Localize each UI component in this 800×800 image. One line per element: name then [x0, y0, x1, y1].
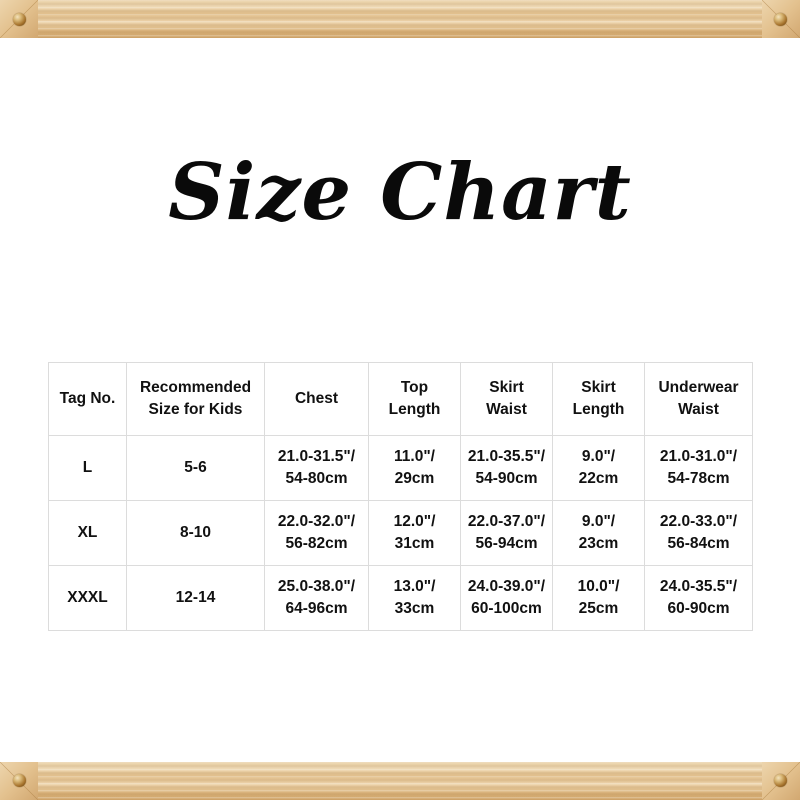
frame-bottom-rail [0, 762, 800, 800]
cell-skirt-waist: 21.0-35.5"/ 54-90cm [460, 435, 553, 501]
cell-line: 54-78cm [667, 470, 730, 487]
table-row: XXXL 12-14 25.0-38.0"/ 64-96cm 13.0"/ 33… [48, 565, 753, 631]
column-header-underwear-waist: Underwear Waist [644, 362, 753, 436]
cell-tag: L [48, 435, 127, 501]
size-table-container: Tag No. Recommended Size for Kids Chest [48, 362, 753, 631]
cell-line: 13.0"/ [393, 577, 436, 595]
header-line: Tag No. [59, 389, 116, 407]
frame-right-stile [762, 0, 800, 800]
cell-underwear-waist: 22.0-33.0"/ 56-84cm [644, 500, 753, 566]
header-line: Length [388, 401, 441, 418]
size-table: Tag No. Recommended Size for Kids Chest [48, 362, 753, 631]
table-row: L 5-6 21.0-31.5"/ 54-80cm 11.0"/ 29cm 21… [48, 435, 753, 501]
header-line: Underwear [658, 378, 739, 396]
cell-line: 22.0-32.0"/ [277, 512, 356, 530]
column-header-tag-no: Tag No. [48, 362, 127, 436]
cell-kids-size: 8-10 [126, 500, 265, 566]
cell-line: 25.0-38.0"/ [277, 577, 356, 595]
cell-kids-size: 12-14 [126, 565, 265, 631]
cell-skirt-length: 10.0"/ 25cm [552, 565, 645, 631]
header-line: Top [400, 378, 429, 396]
screw-icon-top-left [13, 13, 26, 26]
cell-line: 29cm [394, 470, 435, 487]
cell-line: 10.0"/ [577, 577, 620, 595]
header-line: Skirt [489, 378, 524, 396]
cell-line: 21.0-31.0"/ [659, 447, 738, 465]
header-line: Length [572, 401, 625, 418]
cell-line: 22cm [578, 470, 619, 487]
cell-line: 60-100cm [471, 600, 542, 617]
screw-icon-bottom-left [13, 774, 26, 787]
cell-skirt-length: 9.0"/ 22cm [552, 435, 645, 501]
frame-left-stile [0, 0, 38, 800]
cell-line: 60-90cm [667, 600, 730, 617]
size-chart-page: Size Chart Tag No. Recommended Size for … [0, 0, 800, 800]
header-line: Waist [486, 401, 527, 418]
cell-line: 33cm [394, 600, 435, 617]
cell-top-length: 11.0"/ 29cm [368, 435, 461, 501]
cell-line: 24.0-39.0"/ [467, 577, 546, 595]
header-line: Skirt [581, 378, 616, 396]
cell-line: 56-94cm [475, 535, 538, 552]
cell-line: 11.0"/ [394, 447, 435, 465]
cell-line: 12.0"/ [393, 512, 436, 530]
table-header-row: Tag No. Recommended Size for Kids Chest [48, 362, 753, 436]
cell-line: 23cm [578, 535, 619, 552]
frame-top-rail [0, 0, 800, 38]
header-line: Waist [678, 401, 719, 418]
cell-line: 22.0-37.0"/ [467, 512, 546, 530]
cell-line: 21.0-31.5"/ [277, 447, 356, 465]
header-line: Recommended [139, 378, 252, 396]
column-header-chest: Chest [264, 362, 369, 436]
cell-line: 56-82cm [285, 535, 348, 552]
cell-underwear-waist: 21.0-31.0"/ 54-78cm [644, 435, 753, 501]
header-line: Chest [294, 389, 339, 407]
cell-chest: 21.0-31.5"/ 54-80cm [264, 435, 369, 501]
cell-skirt-waist: 24.0-39.0"/ 60-100cm [460, 565, 553, 631]
cell-underwear-waist: 24.0-35.5"/ 60-90cm [644, 565, 753, 631]
cell-tag: XL [48, 500, 127, 566]
cell-line: 9.0"/ [581, 447, 616, 465]
cell-tag: XXXL [48, 565, 127, 631]
cell-line: 56-84cm [667, 535, 730, 552]
cell-top-length: 13.0"/ 33cm [368, 565, 461, 631]
cell-line: 9.0"/ [581, 512, 616, 530]
cell-chest: 22.0-32.0"/ 56-82cm [264, 500, 369, 566]
column-header-top-length: Top Length [368, 362, 461, 436]
cell-kids-size: 5-6 [126, 435, 265, 501]
column-header-skirt-length: Skirt Length [552, 362, 645, 436]
header-line: Size for Kids [148, 401, 243, 418]
table-row: XL 8-10 22.0-32.0"/ 56-82cm 12.0"/ 31cm [48, 500, 753, 566]
cell-skirt-waist: 22.0-37.0"/ 56-94cm [460, 500, 553, 566]
cell-top-length: 12.0"/ 31cm [368, 500, 461, 566]
cell-line: 54-90cm [475, 470, 538, 487]
cell-line: 54-80cm [285, 470, 348, 487]
cell-line: 24.0-35.5"/ [659, 577, 738, 595]
column-header-skirt-waist: Skirt Waist [460, 362, 553, 436]
cell-line: 21.0-35.5"/ [467, 447, 546, 465]
page-title: Size Chart [168, 147, 632, 238]
screw-icon-bottom-right [774, 774, 787, 787]
column-header-recommended-size: Recommended Size for Kids [126, 362, 265, 436]
cell-chest: 25.0-38.0"/ 64-96cm [264, 565, 369, 631]
cell-line: 22.0-33.0"/ [659, 512, 738, 530]
screw-icon-top-right [774, 13, 787, 26]
cell-skirt-length: 9.0"/ 23cm [552, 500, 645, 566]
cell-line: 64-96cm [285, 600, 348, 617]
cell-line: 25cm [578, 600, 619, 617]
cell-line: 31cm [394, 535, 435, 552]
